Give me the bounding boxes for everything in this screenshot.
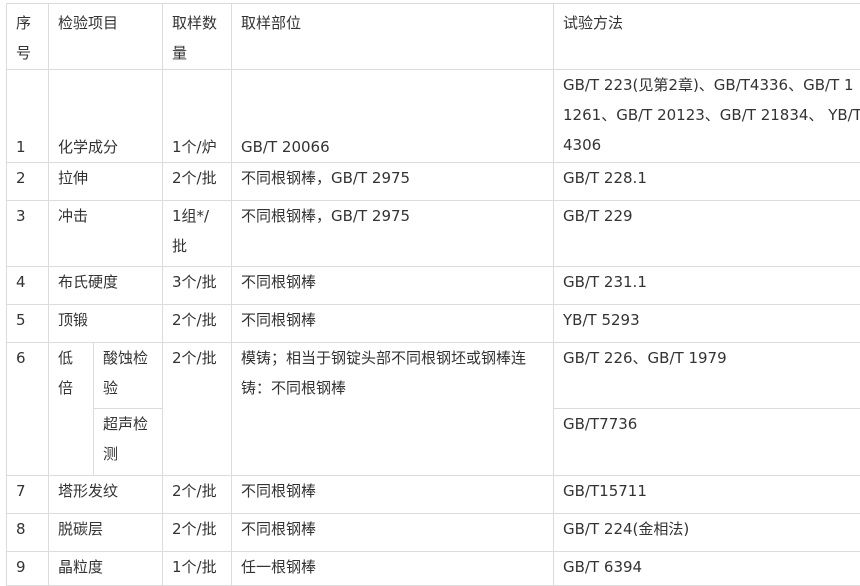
row-method: GB/T 223(见第2章)、GB/T4336、GB/T 11261、GB/T … bbox=[554, 70, 860, 163]
row-no: 2 bbox=[7, 163, 49, 201]
row-no: 4 bbox=[7, 267, 49, 305]
row-location: 不同根钢棒，GB/T 2975 bbox=[232, 163, 554, 201]
header-location: 取样部位 bbox=[232, 4, 554, 70]
row-no: 3 bbox=[7, 201, 49, 267]
row-location: 不同根钢棒 bbox=[232, 267, 554, 305]
row-no: 1 bbox=[7, 70, 49, 163]
table-row: 6 低倍 酸蚀检验 2个/批 模铸；相当于钢锭头部不同根钢坯或钢棒连铸：不同根钢… bbox=[7, 343, 860, 409]
header-qty: 取样数量 bbox=[163, 4, 232, 70]
row-subitem-acid: 酸蚀检验 bbox=[94, 343, 163, 409]
row-subitem-ultrasonic: 超声检测 bbox=[94, 409, 163, 476]
header-row: 序号 检验项目 取样数量 取样部位 试验方法 bbox=[7, 4, 860, 70]
row-qty: 1组*/批 bbox=[163, 201, 232, 267]
table-row: 2 拉伸 2个/批 不同根钢棒，GB/T 2975 GB/T 228.1 bbox=[7, 163, 860, 201]
row-qty: 2个/批 bbox=[163, 343, 232, 476]
row-location: 不同根钢棒 bbox=[232, 514, 554, 552]
inspection-table: 序号 检验项目 取样数量 取样部位 试验方法 1 化学成分 1个/炉 GB/T … bbox=[6, 3, 860, 586]
table-row: 5 顶锻 2个/批 不同根钢棒 YB/T 5293 bbox=[7, 305, 860, 343]
row-qty: 2个/批 bbox=[163, 305, 232, 343]
row-qty: 3个/批 bbox=[163, 267, 232, 305]
row-qty: 2个/批 bbox=[163, 476, 232, 514]
row-qty: 2个/批 bbox=[163, 163, 232, 201]
row-item: 化学成分 bbox=[49, 70, 163, 163]
table-row: 3 冲击 1组*/批 不同根钢棒，GB/T 2975 GB/T 229 bbox=[7, 201, 860, 267]
header-item: 检验项目 bbox=[49, 4, 163, 70]
row-no: 6 bbox=[7, 343, 49, 476]
row-location: 不同根钢棒 bbox=[232, 476, 554, 514]
row-item: 拉伸 bbox=[49, 163, 163, 201]
row-method: GB/T 6394 bbox=[554, 552, 860, 586]
table-row: 4 布氏硬度 3个/批 不同根钢棒 GB/T 231.1 bbox=[7, 267, 860, 305]
row-method: GB/T7736 bbox=[554, 409, 860, 476]
header-method: 试验方法 bbox=[554, 4, 860, 70]
row-no: 9 bbox=[7, 552, 49, 586]
row-item: 晶粒度 bbox=[49, 552, 163, 586]
row-method: GB/T 224(金相法) bbox=[554, 514, 860, 552]
row-method: GB/T 226、GB/T 1979 bbox=[554, 343, 860, 409]
row-location: 模铸；相当于钢锭头部不同根钢坯或钢棒连铸：不同根钢棒 bbox=[232, 343, 554, 476]
row-no: 8 bbox=[7, 514, 49, 552]
table-row: 7 塔形发纹 2个/批 不同根钢棒 GB/T15711 bbox=[7, 476, 860, 514]
row-method: GB/T 231.1 bbox=[554, 267, 860, 305]
row-no: 5 bbox=[7, 305, 49, 343]
row-method: YB/T 5293 bbox=[554, 305, 860, 343]
row-location: GB/T 20066 bbox=[232, 70, 554, 163]
row-location: 不同根钢棒，GB/T 2975 bbox=[232, 201, 554, 267]
row-qty: 1个/批 bbox=[163, 552, 232, 586]
row-item: 顶锻 bbox=[49, 305, 163, 343]
row-item: 冲击 bbox=[49, 201, 163, 267]
row-item: 布氏硬度 bbox=[49, 267, 163, 305]
row-location: 任一根钢棒 bbox=[232, 552, 554, 586]
row-no: 7 bbox=[7, 476, 49, 514]
header-no: 序号 bbox=[7, 4, 49, 70]
row-location: 不同根钢棒 bbox=[232, 305, 554, 343]
row-method: GB/T 228.1 bbox=[554, 163, 860, 201]
row-qty: 2个/批 bbox=[163, 514, 232, 552]
row-item: 塔形发纹 bbox=[49, 476, 163, 514]
row-method: GB/T15711 bbox=[554, 476, 860, 514]
row-item: 脱碳层 bbox=[49, 514, 163, 552]
row-qty: 1个/炉 bbox=[163, 70, 232, 163]
row-method: GB/T 229 bbox=[554, 201, 860, 267]
table-row: 9 晶粒度 1个/批 任一根钢棒 GB/T 6394 bbox=[7, 552, 860, 586]
table-row: 1 化学成分 1个/炉 GB/T 20066 GB/T 223(见第2章)、GB… bbox=[7, 70, 860, 163]
table-row: 8 脱碳层 2个/批 不同根钢棒 GB/T 224(金相法) bbox=[7, 514, 860, 552]
row-item: 低倍 bbox=[49, 343, 94, 476]
